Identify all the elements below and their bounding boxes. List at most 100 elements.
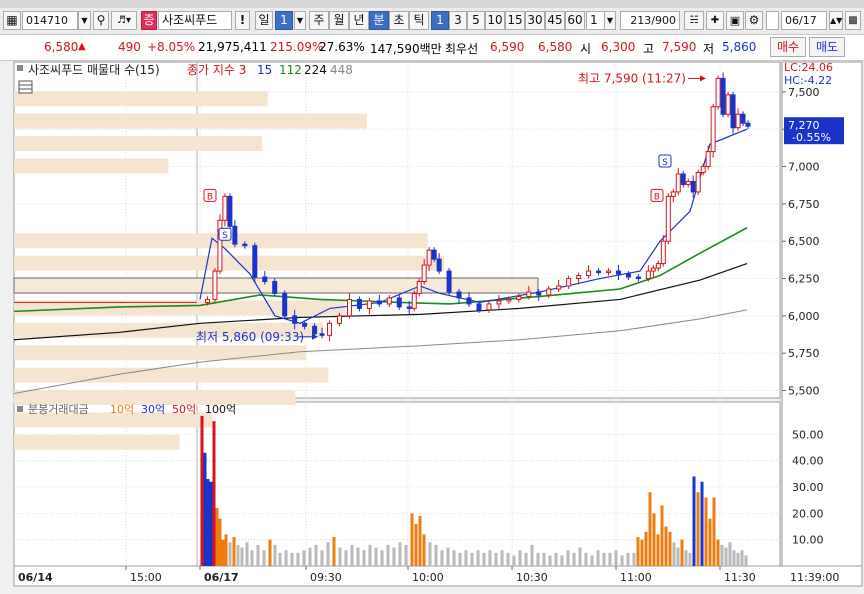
menu-icon[interactable]: ▦: [3, 11, 21, 30]
volume-bar: [434, 544, 438, 566]
interval-45[interactable]: 45: [545, 11, 565, 30]
date-spin-icon[interactable]: ▲▼: [829, 11, 843, 30]
search-icon[interactable]: ⚲: [93, 11, 109, 30]
period-month[interactable]: 월: [329, 11, 349, 30]
volume-bar: [644, 531, 648, 566]
volume-bar: [656, 534, 660, 566]
price-legend-title: 사조씨푸드 매물대 수(15): [28, 63, 160, 77]
ma-legend-item: 15: [257, 63, 272, 77]
candle-body: [446, 270, 452, 293]
volume-legend-square-icon: [17, 406, 23, 412]
volume-bar: [326, 542, 330, 566]
volume-bar: [422, 534, 426, 566]
volume-bar: [668, 531, 672, 566]
volume-legend-item: 50억: [172, 403, 196, 416]
candle-body: [690, 180, 696, 193]
volume-bar: [414, 523, 418, 566]
date-checkbox[interactable]: [766, 11, 779, 30]
volume-bar: [268, 539, 272, 566]
alert-button[interactable]: !: [235, 11, 250, 30]
time-tick-label: 11:00: [620, 571, 652, 584]
volume-bar: [708, 518, 712, 566]
trade-amount: 147,590백만: [370, 42, 442, 56]
code-dropdown-icon[interactable]: ▼: [78, 11, 91, 30]
time-tick-label: 11:30: [724, 571, 756, 584]
low-annotation: 최저 5,860 (09:33): [196, 330, 304, 344]
volume-ratio: 215.09%: [270, 40, 324, 54]
date-field[interactable]: 06/17: [781, 11, 827, 30]
candle-body: [262, 276, 268, 283]
calendar-icon[interactable]: ▩: [845, 11, 861, 30]
volume-bar: [278, 552, 282, 566]
volume-bar: [203, 452, 207, 566]
period-day[interactable]: 일: [255, 11, 273, 30]
candle-body: [546, 288, 552, 296]
volume-value: 21,975,411: [198, 40, 267, 54]
period-week[interactable]: 주: [309, 11, 329, 30]
period-tick[interactable]: 틱: [409, 11, 429, 30]
interval-15[interactable]: 15: [505, 11, 525, 30]
price-tick-label: 6,250: [788, 273, 820, 286]
volume-bar: [398, 542, 402, 566]
volume-bar: [530, 544, 534, 566]
interval-10[interactable]: 10: [485, 11, 505, 30]
gear-icon[interactable]: ⚙: [745, 11, 763, 30]
volume-bar: [350, 544, 354, 566]
period-dropdown-icon[interactable]: ▼: [294, 11, 306, 30]
interval-1[interactable]: 1: [431, 11, 449, 30]
stock-name-field[interactable]: 사조씨푸드: [158, 11, 232, 30]
signal-marker-label: B: [654, 192, 660, 202]
volume-bar: [262, 550, 266, 566]
volume-tick-label: 50.00: [792, 428, 824, 441]
count-field[interactable]: 213/900: [620, 11, 680, 30]
interval-dropdown-icon[interactable]: ▼: [604, 11, 616, 30]
chart-area[interactable]: 7,5007,2507,0006,7506,5006,2506,0005,750…: [0, 60, 864, 594]
candle-body: [740, 113, 746, 124]
volume-bar: [560, 555, 564, 566]
volume-bar: [452, 550, 456, 566]
save-icon[interactable]: ▣: [726, 11, 744, 30]
volume-bar: [728, 542, 732, 566]
candle-body: [406, 306, 412, 309]
sound-icon[interactable]: ♬▾: [111, 11, 137, 30]
volume-bar: [362, 550, 366, 566]
volume-bar: [218, 518, 222, 566]
price-tick-label: 6,500: [788, 235, 820, 248]
volume-bar: [224, 534, 228, 566]
interval-5[interactable]: 5: [467, 11, 485, 30]
volume-bar: [200, 415, 204, 566]
volume-legend-item: 100억: [205, 403, 236, 416]
volume-profile-bar: [14, 113, 367, 129]
sell-button[interactable]: 매도: [809, 37, 845, 57]
volume-bar: [284, 550, 288, 566]
candle-body: [466, 297, 472, 305]
volume-profile-bar: [14, 158, 169, 174]
candle-body: [227, 195, 233, 227]
period-minute[interactable]: 분: [369, 11, 389, 30]
interval-3[interactable]: 3: [449, 11, 467, 30]
interval-30[interactable]: 30: [525, 11, 545, 30]
volume-bar: [636, 537, 640, 566]
low-value: 5,860: [722, 40, 757, 54]
buy-button[interactable]: 매수: [770, 37, 806, 57]
volume-bar: [536, 552, 540, 566]
candle-body: [421, 264, 427, 283]
crosshair-icon[interactable]: ✚: [706, 11, 724, 30]
candle-body: [655, 263, 661, 269]
volume-bar: [356, 547, 360, 566]
current-price: 6,580: [44, 40, 79, 54]
volume-bar: [418, 515, 422, 566]
interval-60[interactable]: 60: [565, 11, 585, 30]
volume-bar: [320, 550, 324, 566]
candle-body: [625, 273, 631, 278]
volume-bar: [296, 552, 300, 566]
period-second[interactable]: 초: [389, 11, 409, 30]
volume-bar: [672, 542, 676, 566]
period-count[interactable]: 1: [275, 11, 293, 30]
candle-body: [431, 249, 437, 260]
lc-label: LC:24.06: [784, 61, 833, 74]
compare-icon[interactable]: ☵: [684, 11, 704, 30]
period-year[interactable]: 년: [349, 11, 369, 30]
code-input[interactable]: 014710: [22, 11, 78, 30]
price-tick-label: 6,000: [788, 310, 820, 323]
